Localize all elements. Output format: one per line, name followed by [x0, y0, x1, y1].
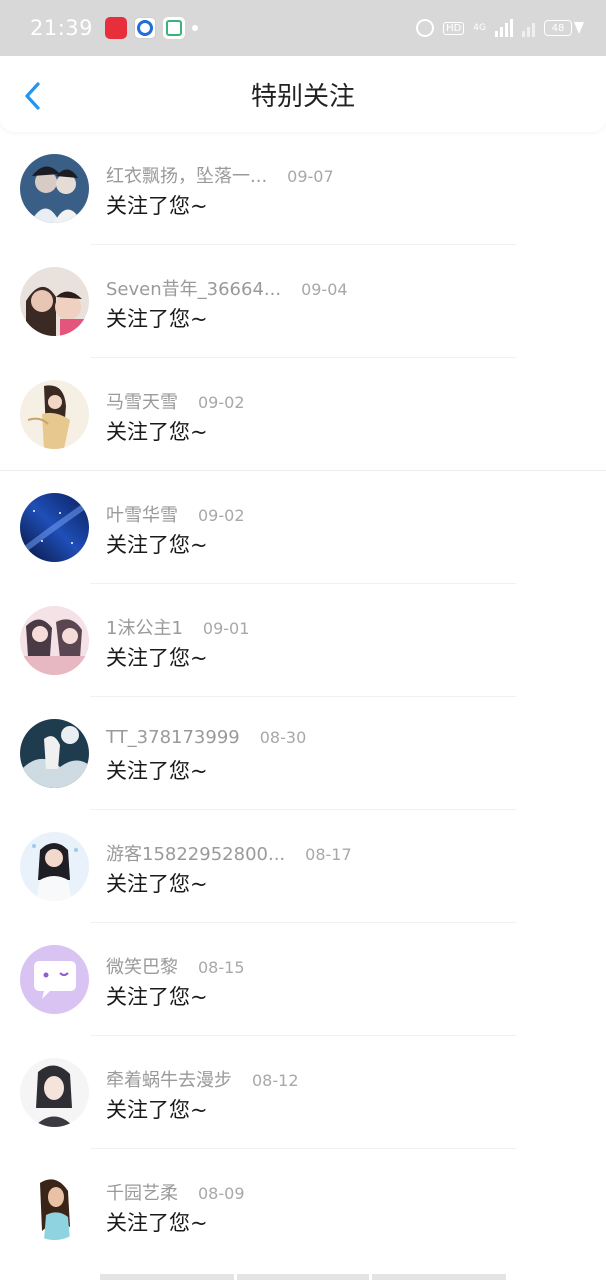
- list-item[interactable]: 微笑巴黎 08-15 关注了您~: [0, 923, 606, 1036]
- user-name[interactable]: TT_378173999: [106, 727, 240, 748]
- red-app-icon: [105, 17, 128, 39]
- avatar[interactable]: [20, 606, 89, 675]
- item-action: 关注了您~: [106, 533, 208, 557]
- status-indicators: HD 4G 48: [416, 19, 584, 37]
- item-date: 08-09: [198, 1184, 245, 1203]
- avatar[interactable]: [20, 493, 89, 562]
- status-bar: 21:39 HD 4G 48: [0, 0, 606, 56]
- list-item[interactable]: 千园艺柔 08-09 关注了您~: [0, 1149, 606, 1262]
- bottom-tab-stub: [372, 1274, 506, 1280]
- name-row: 马雪天雪 09-02: [106, 388, 245, 414]
- avatar[interactable]: [20, 267, 89, 336]
- chevron-left-icon[interactable]: [20, 78, 50, 114]
- signal-icon: [495, 19, 513, 37]
- bottom-tab-stub: [100, 1274, 234, 1280]
- bottom-tab-stub: [237, 1274, 369, 1280]
- list-item[interactable]: 1沫公主1 09-01 关注了您~: [0, 584, 606, 697]
- item-action: 关注了您~: [106, 307, 208, 331]
- list-item[interactable]: 红衣飘扬，坠落一... 09-07 关注了您~: [0, 132, 606, 245]
- user-name[interactable]: 千园艺柔: [106, 1179, 178, 1205]
- item-action: 关注了您~: [106, 872, 208, 896]
- item-action: 关注了您~: [106, 646, 208, 670]
- name-row: 游客15822952800... 08-17: [106, 840, 352, 866]
- name-row: 1沫公主1 09-01: [106, 614, 249, 640]
- item-action: 关注了您~: [106, 985, 208, 1009]
- item-date: 09-04: [301, 280, 348, 299]
- avatar[interactable]: [20, 380, 89, 449]
- item-date: 08-30: [259, 728, 307, 747]
- list-item[interactable]: 马雪天雪 09-02 关注了您~: [0, 358, 606, 471]
- list-item[interactable]: 游客15822952800... 08-17 关注了您~: [0, 810, 606, 923]
- blue-app-icon: [134, 17, 157, 39]
- item-date: 08-17: [305, 845, 352, 864]
- name-row: Seven昔年_36664... 09-04: [106, 275, 348, 301]
- name-row: 叶雪华雪 09-02: [106, 501, 245, 527]
- user-name[interactable]: 牵着蜗牛去漫步: [106, 1066, 232, 1092]
- charging-icon: [574, 22, 584, 34]
- notification-dot-icon: [192, 25, 199, 31]
- item-action: 关注了您~: [106, 759, 208, 783]
- signal-2-icon: [522, 19, 535, 37]
- name-row: 微笑巴黎 08-15: [106, 953, 245, 979]
- item-action: 关注了您~: [106, 420, 208, 444]
- item-date: 09-02: [198, 506, 245, 525]
- item-date: 09-02: [198, 393, 245, 412]
- bottom-tab-bar: [100, 1274, 506, 1280]
- user-name[interactable]: 1沫公主1: [106, 614, 183, 640]
- alarm-icon: [416, 19, 435, 37]
- status-time: 21:39: [30, 16, 94, 40]
- avatar[interactable]: [20, 832, 89, 901]
- user-name[interactable]: 游客15822952800...: [106, 840, 285, 866]
- list-item[interactable]: 叶雪华雪 09-02 关注了您~: [0, 471, 606, 584]
- list-item[interactable]: TT_378173999 08-30 关注了您~: [0, 697, 606, 810]
- user-name[interactable]: 红衣飘扬，坠落一...: [106, 162, 267, 188]
- page-header: 特别关注: [0, 56, 606, 132]
- item-date: 08-12: [252, 1071, 299, 1090]
- battery-icon: 48: [544, 20, 584, 36]
- user-name[interactable]: 微笑巴黎: [106, 953, 178, 979]
- avatar[interactable]: [20, 719, 89, 788]
- avatar[interactable]: [20, 945, 89, 1014]
- item-date: 09-01: [202, 619, 250, 638]
- green-app-icon: [163, 17, 186, 39]
- name-row: 牵着蜗牛去漫步 08-12: [106, 1066, 299, 1092]
- user-name[interactable]: 马雪天雪: [106, 388, 178, 414]
- battery-level: 48: [544, 20, 572, 36]
- status-app-icons: [105, 17, 199, 39]
- avatar[interactable]: [20, 154, 89, 223]
- avatar[interactable]: [20, 1058, 89, 1127]
- avatar[interactable]: [20, 1171, 89, 1240]
- item-action: 关注了您~: [106, 194, 208, 218]
- name-row: 红衣飘扬，坠落一... 09-07: [106, 162, 334, 188]
- item-action: 关注了您~: [106, 1211, 208, 1235]
- user-name[interactable]: Seven昔年_36664...: [106, 275, 281, 301]
- hd-icon: HD: [443, 21, 465, 35]
- item-action: 关注了您~: [106, 1098, 208, 1122]
- follow-list: 红衣飘扬，坠落一... 09-07 关注了您~ Seven昔年_36664...…: [0, 132, 606, 1262]
- item-date: 08-15: [198, 958, 245, 977]
- network-label: 4G: [473, 23, 486, 33]
- list-item[interactable]: Seven昔年_36664... 09-04 关注了您~: [0, 245, 606, 358]
- item-date: 09-07: [287, 167, 334, 186]
- name-row: TT_378173999 08-30: [106, 727, 306, 748]
- page-title: 特别关注: [250, 81, 355, 112]
- list-item[interactable]: 牵着蜗牛去漫步 08-12 关注了您~: [0, 1036, 606, 1149]
- name-row: 千园艺柔 08-09: [106, 1179, 245, 1205]
- user-name[interactable]: 叶雪华雪: [106, 501, 178, 527]
